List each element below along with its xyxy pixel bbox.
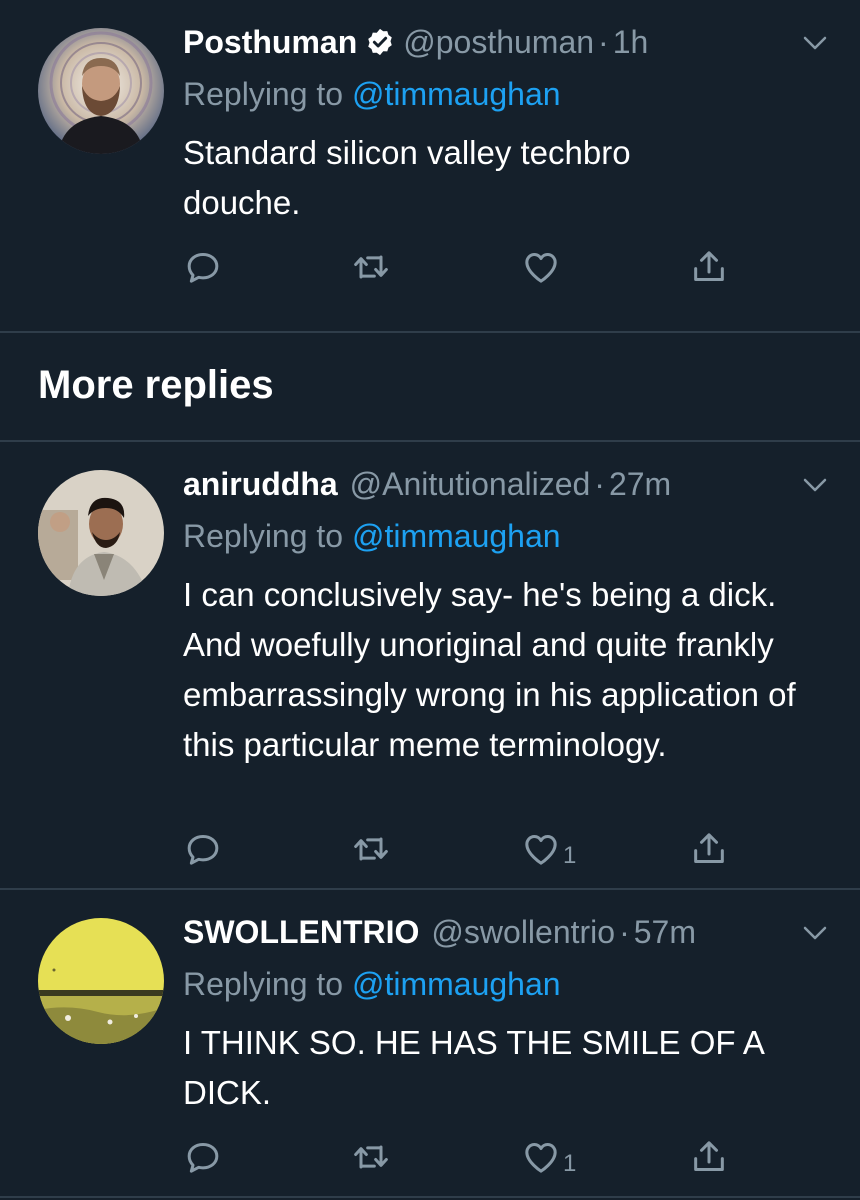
verified-badge-icon — [368, 28, 392, 56]
like-button[interactable] — [521, 244, 563, 290]
reply-button[interactable] — [183, 244, 223, 290]
divider — [0, 331, 860, 333]
retweet-icon — [354, 1145, 388, 1169]
retweet-button[interactable] — [351, 244, 391, 290]
reply-button[interactable] — [183, 1134, 223, 1180]
replying-to: Replying to @timmaughan — [183, 962, 561, 1006]
tweet-text: I can conclusively say- he's being a dic… — [183, 576, 796, 763]
display-name[interactable]: aniruddha — [183, 462, 338, 506]
share-icon — [694, 833, 724, 863]
divider — [0, 1196, 860, 1198]
share-button[interactable] — [689, 244, 729, 290]
separator: · — [598, 24, 609, 60]
tweet-actions: 1 — [183, 826, 743, 872]
timestamp[interactable]: 57m — [634, 910, 696, 954]
avatar[interactable] — [38, 918, 164, 1044]
chevron-down-icon[interactable] — [800, 918, 830, 948]
reply-icon — [187, 835, 219, 865]
tweet-header: Posthuman @posthuman · 1h — [183, 20, 830, 64]
share-button[interactable] — [689, 1134, 729, 1180]
like-button[interactable]: 1 — [521, 826, 576, 872]
more-replies-heading: More replies — [38, 363, 274, 407]
like-icon — [525, 835, 557, 865]
tweet-header: SWOLLENTRIO @swollentrio · 57m — [183, 910, 830, 954]
tweet-text: I THINK SO. HE HAS THE SMILE OF A DICK. — [183, 1024, 764, 1111]
share-icon — [694, 251, 724, 281]
timestamp[interactable]: 1h — [613, 20, 649, 64]
tweet-1[interactable]: Posthuman @posthuman · 1h Replying to @t… — [0, 0, 860, 332]
avatar[interactable] — [38, 28, 164, 154]
handle[interactable]: @posthuman — [403, 20, 594, 64]
handle[interactable]: @swollentrio — [431, 910, 615, 954]
timestamp[interactable]: 27m — [609, 462, 671, 506]
handle[interactable]: @Anitutionalized — [350, 462, 591, 506]
display-name[interactable]: Posthuman — [183, 20, 357, 64]
tweet-header: aniruddha @Anitutionalized · 27m — [183, 462, 830, 506]
tweet-actions — [183, 244, 743, 290]
chevron-down-icon[interactable] — [800, 470, 830, 500]
replying-to: Replying to @timmaughan — [183, 514, 561, 558]
retweet-button[interactable] — [351, 826, 391, 872]
replying-to: Replying to @timmaughan — [183, 72, 561, 116]
retweet-icon — [354, 255, 388, 279]
retweet-icon — [354, 837, 388, 861]
like-button[interactable]: 1 — [521, 1134, 576, 1180]
display-name[interactable]: SWOLLENTRIO — [183, 910, 419, 954]
reply-icon — [187, 1143, 219, 1173]
share-button[interactable] — [689, 826, 729, 872]
replying-prefix: Replying to — [183, 966, 352, 1002]
share-icon — [694, 1141, 724, 1171]
chevron-down-icon[interactable] — [800, 28, 830, 58]
replying-mention[interactable]: @timmaughan — [352, 76, 561, 112]
tweet-actions: 1 — [183, 1134, 743, 1180]
like-count: 1 — [563, 1150, 577, 1177]
like-count: 1 — [563, 842, 577, 869]
reply-icon — [187, 253, 219, 283]
separator: · — [619, 914, 630, 950]
replying-prefix: Replying to — [183, 518, 352, 554]
avatar[interactable] — [38, 470, 164, 596]
replying-mention[interactable]: @timmaughan — [352, 966, 561, 1002]
replying-prefix: Replying to — [183, 76, 352, 112]
like-icon — [525, 253, 557, 283]
like-icon — [525, 1143, 557, 1173]
retweet-button[interactable] — [351, 1134, 391, 1180]
tweet-text: Standard silicon valley techbro douche. — [183, 134, 631, 221]
replying-mention[interactable]: @timmaughan — [352, 518, 561, 554]
separator: · — [594, 466, 605, 502]
tweet-2[interactable]: aniruddha @Anitutionalized · 27m Replyin… — [0, 442, 860, 888]
tweet-3[interactable]: SWOLLENTRIO @swollentrio · 57m Replying … — [0, 890, 860, 1196]
reply-button[interactable] — [183, 826, 223, 872]
